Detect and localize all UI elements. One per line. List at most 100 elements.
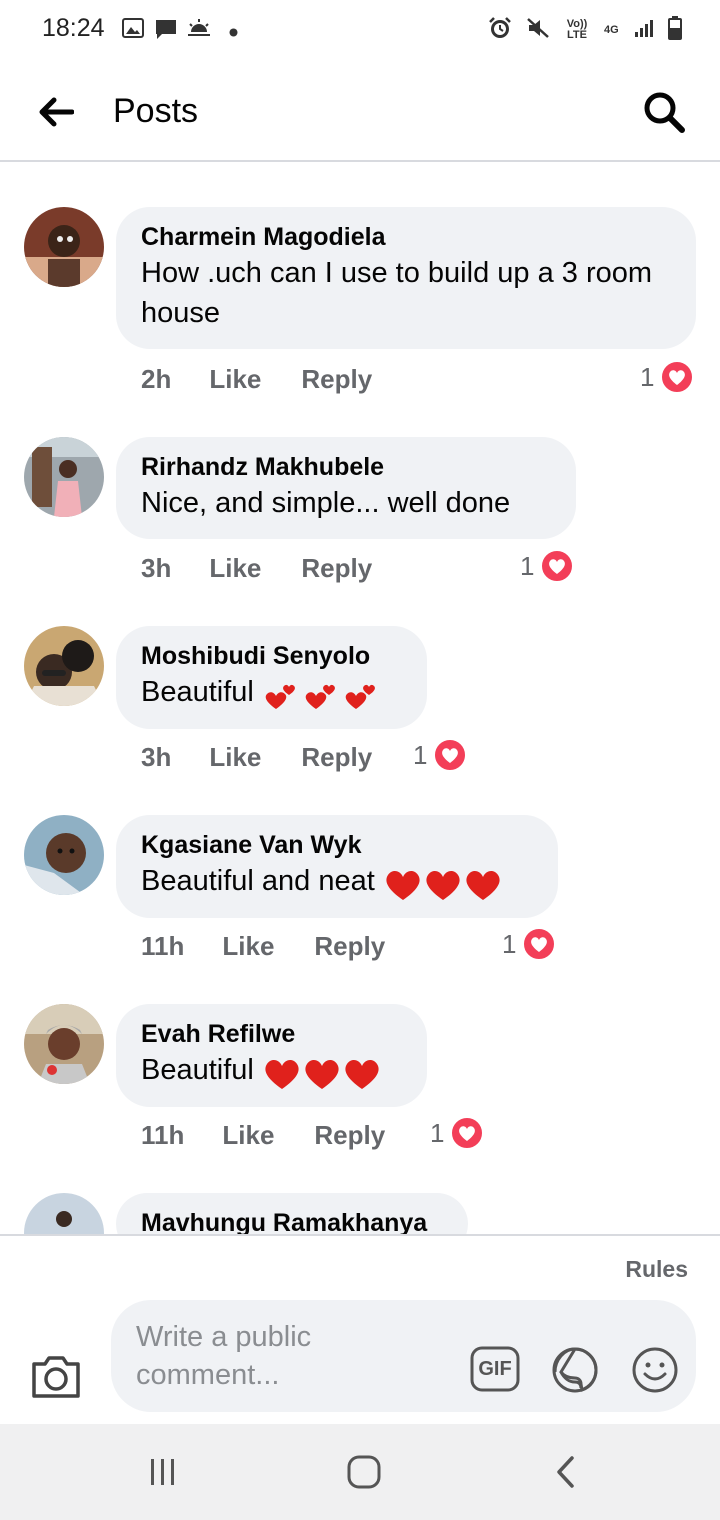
comment-bubble[interactable]: Rirhandz Makhubele Nice, and simple... w… bbox=[116, 437, 576, 539]
message-icon bbox=[154, 18, 178, 45]
reply-button[interactable]: Reply bbox=[314, 931, 385, 962]
camera-button[interactable] bbox=[30, 1354, 82, 1400]
comment-author[interactable]: Evah Refilwe bbox=[141, 1018, 403, 1050]
comment-text: Beautiful bbox=[141, 676, 254, 708]
comment-text: Nice, and simple... well done bbox=[141, 487, 511, 519]
like-button[interactable]: Like bbox=[209, 364, 261, 395]
reply-button[interactable]: Reply bbox=[301, 553, 372, 584]
like-button[interactable]: Like bbox=[209, 553, 261, 584]
avatar[interactable] bbox=[24, 1004, 104, 1084]
comment-time[interactable]: 2h bbox=[141, 364, 171, 395]
sticker-button[interactable] bbox=[551, 1346, 599, 1394]
comment-input[interactable]: Write a public comment... GIF bbox=[111, 1300, 696, 1412]
reaction-summary[interactable]: 1 bbox=[413, 735, 468, 775]
4g-icon: 4G bbox=[604, 24, 619, 36]
home-icon bbox=[347, 1455, 381, 1489]
weather-icon bbox=[187, 18, 211, 43]
comment-author[interactable]: Kgasiane Van Wyk bbox=[141, 829, 534, 861]
reaction-summary[interactable]: 1 bbox=[520, 546, 575, 586]
comment-time[interactable]: 11h bbox=[141, 931, 184, 962]
reaction-count: 1 bbox=[430, 1117, 445, 1148]
comment-text-line: Beautiful and neat bbox=[141, 861, 534, 902]
love-reaction-icon bbox=[660, 360, 695, 394]
comment-actions: 3h Like Reply bbox=[141, 548, 372, 588]
comment-text-line: Beautiful bbox=[141, 1050, 403, 1091]
comment-bubble[interactable]: Moshibudi Senyolo Beautiful bbox=[116, 626, 427, 730]
comment-input-placeholder: Write a public comment... bbox=[136, 1321, 312, 1391]
mute-icon bbox=[526, 16, 550, 45]
avatar[interactable] bbox=[24, 437, 104, 517]
comment-actions: 2h Like Reply bbox=[141, 359, 372, 399]
reaction-summary[interactable]: 1 bbox=[430, 1113, 485, 1153]
status-bar: 18:24 Vo)) LTE 4G bbox=[0, 0, 720, 62]
emoji-button[interactable] bbox=[631, 1346, 679, 1394]
comment-time[interactable]: 3h bbox=[141, 742, 171, 773]
comment-time[interactable]: 3h bbox=[141, 553, 171, 584]
dot-icon bbox=[229, 24, 238, 42]
recent-apps-icon bbox=[151, 1459, 174, 1485]
back-button[interactable] bbox=[34, 90, 78, 134]
love-reaction-icon bbox=[540, 549, 575, 583]
sparkling-hearts-emoji-icon bbox=[265, 685, 375, 710]
comment-actions: 11h Like Reply bbox=[141, 1115, 385, 1155]
back-arrow-icon bbox=[39, 97, 74, 127]
search-icon bbox=[644, 92, 685, 133]
avatar[interactable] bbox=[24, 1193, 104, 1234]
reaction-summary[interactable]: 1 bbox=[502, 924, 557, 964]
comment-time[interactable]: 11h bbox=[141, 1120, 184, 1151]
like-button[interactable]: Like bbox=[209, 742, 261, 773]
back-nav-button[interactable] bbox=[546, 1454, 586, 1490]
love-reaction-icon bbox=[522, 927, 557, 961]
comment-text: Beautiful bbox=[141, 1054, 254, 1086]
comment-bubble[interactable]: Evah Refilwe Beautiful bbox=[116, 1004, 427, 1108]
reaction-count: 1 bbox=[413, 739, 428, 770]
reaction-count: 1 bbox=[640, 361, 655, 392]
comment-author[interactable]: Charmein Magodiela bbox=[141, 221, 672, 253]
comment-composer: Rules Write a public comment... GIF bbox=[0, 1234, 720, 1424]
battery-icon bbox=[668, 15, 682, 45]
reaction-summary[interactable]: 1 bbox=[640, 357, 695, 397]
recent-apps-button[interactable] bbox=[143, 1454, 183, 1490]
alarm-icon bbox=[488, 16, 512, 45]
reply-button[interactable]: Reply bbox=[301, 742, 372, 773]
gif-button[interactable]: GIF bbox=[470, 1346, 520, 1392]
gif-label: GIF bbox=[478, 1358, 512, 1380]
avatar[interactable] bbox=[24, 207, 104, 287]
system-nav-bar bbox=[0, 1424, 720, 1520]
comment-text: How .uch can I use to build up a 3 room … bbox=[141, 257, 653, 329]
red-hearts-emoji-icon bbox=[265, 1060, 379, 1090]
status-right-icons: Vo)) LTE 4G bbox=[488, 15, 682, 45]
comment-text: Beautiful and neat bbox=[141, 865, 375, 897]
rules-link[interactable]: Rules bbox=[625, 1256, 688, 1283]
reaction-count: 1 bbox=[520, 550, 535, 581]
comment-actions: 11h Like Reply bbox=[141, 926, 385, 966]
comment-author[interactable]: Rirhandz Makhubele bbox=[141, 451, 552, 483]
app-header: Posts bbox=[0, 62, 720, 162]
comment-bubble[interactable]: Charmein Magodiela How .uch can I use to… bbox=[116, 207, 696, 349]
home-button[interactable] bbox=[344, 1454, 384, 1490]
image-icon bbox=[122, 18, 144, 43]
love-reaction-icon bbox=[433, 738, 468, 772]
comment-author[interactable]: Mavhungu Ramakhanya bbox=[141, 1207, 444, 1234]
status-time: 18:24 bbox=[42, 14, 105, 42]
like-button[interactable]: Like bbox=[222, 931, 274, 962]
camera-icon bbox=[32, 1356, 80, 1398]
comment-author[interactable]: Moshibudi Senyolo bbox=[141, 640, 403, 672]
like-button[interactable]: Like bbox=[222, 1120, 274, 1151]
reply-button[interactable]: Reply bbox=[301, 364, 372, 395]
page-title: Posts bbox=[113, 92, 199, 130]
comment-bubble[interactable]: Kgasiane Van Wyk Beautiful and neat bbox=[116, 815, 558, 919]
signal-icon bbox=[634, 18, 654, 43]
comment-list: Charmein Magodiela How .uch can I use to… bbox=[0, 164, 720, 1234]
avatar[interactable] bbox=[24, 815, 104, 895]
reaction-count: 1 bbox=[502, 928, 517, 959]
volte-icon: Vo)) LTE bbox=[566, 18, 588, 41]
back-chevron-icon bbox=[557, 1456, 574, 1488]
search-button[interactable] bbox=[640, 88, 688, 136]
reply-button[interactable]: Reply bbox=[314, 1120, 385, 1151]
love-reaction-icon bbox=[450, 1116, 485, 1150]
emoji-icon bbox=[632, 1347, 678, 1393]
avatar[interactable] bbox=[24, 626, 104, 706]
comment-bubble[interactable]: Mavhungu Ramakhanya bbox=[116, 1193, 468, 1234]
comment-text-line: Beautiful bbox=[141, 672, 403, 713]
